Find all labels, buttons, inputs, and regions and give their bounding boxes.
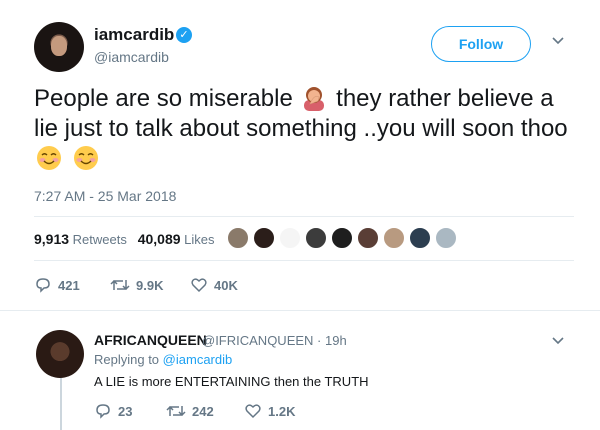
liker-avatar[interactable] [383,227,405,249]
liker-avatar[interactable] [435,227,457,249]
heart-icon [191,278,207,293]
divider [34,216,574,217]
reply-icon [96,404,110,419]
avatar[interactable] [36,330,84,378]
reply-button[interactable]: 421 [34,276,80,294]
verified-badge-icon: ✓ [176,27,192,43]
divider [34,260,574,261]
chevron-down-icon[interactable] [551,334,565,348]
facepalm-woman-emoji-icon [304,87,325,111]
retweets-count: 9,913 [34,231,70,247]
liker-avatar[interactable] [331,227,353,249]
liker-avatar[interactable] [357,227,379,249]
retweet-count: 9.9K [136,278,164,293]
replying-to: Replying to @iamcardib [94,352,232,367]
retweet-button[interactable]: 242 [166,402,214,420]
liker-avatar[interactable] [279,227,301,249]
like-count: 40K [214,278,238,293]
reply-count: 421 [58,278,80,293]
liker-avatar[interactable] [305,227,327,249]
liker-avatar[interactable] [253,227,275,249]
avatar[interactable] [34,22,84,72]
likes-stat[interactable]: 40,089 Likes [137,231,215,247]
divider [0,310,600,311]
reply-text: A LIE is more ENTERTAINING then the TRUT… [94,374,369,389]
author-handle[interactable]: @iamcardib [94,49,169,65]
heart-icon [245,404,261,419]
replying-to-handle[interactable]: @iamcardib [163,352,233,367]
retweets-stat[interactable]: 9,913 Retweets [34,231,127,247]
like-count: 1.2K [268,404,296,419]
reply-tweet: AFRICANQUEEN @IFRICANQUEEN · 19h Replyin… [0,318,600,430]
reply-button[interactable]: 23 [94,402,132,420]
retweet-button[interactable]: 9.9K [110,276,163,294]
smiling-face-emoji-icon [37,146,61,170]
reply-count: 23 [118,404,133,419]
smiling-face-emoji-icon [73,146,98,170]
likes-count: 40,089 [137,231,181,247]
main-tweet: iamcardib ✓ @iamcardib Follow People are… [0,0,600,310]
liker-avatar[interactable] [409,227,431,249]
retweet-icon [110,279,130,291]
retweet-count: 242 [192,404,214,419]
retweets-label: Retweets [72,232,127,247]
retweet-icon [166,405,186,417]
tweet-text-part1: People are so miserable [34,85,293,112]
liker-avatar[interactable] [227,227,249,249]
reply-author-name[interactable]: AFRICANQUEEN [94,332,207,348]
like-button[interactable]: 40K [190,276,238,294]
reply-author-meta[interactable]: @IFRICANQUEEN · 19h [202,333,347,348]
like-button[interactable]: 1.2K [244,402,295,420]
author-name[interactable]: iamcardib [94,25,174,45]
tweet-stats: 9,913 Retweets 40,089 Likes [34,231,215,247]
tweet-text: People are so miserable they rather beli… [34,84,574,174]
chevron-down-icon[interactable] [551,34,565,48]
reply-icon [36,278,50,293]
follow-button[interactable]: Follow [431,26,531,62]
replying-to-prefix: Replying to [94,352,160,367]
likes-label: Likes [184,232,215,247]
tweet-timestamp[interactable]: 7:27 AM - 25 Mar 2018 [34,188,176,204]
thread-line [60,370,62,430]
